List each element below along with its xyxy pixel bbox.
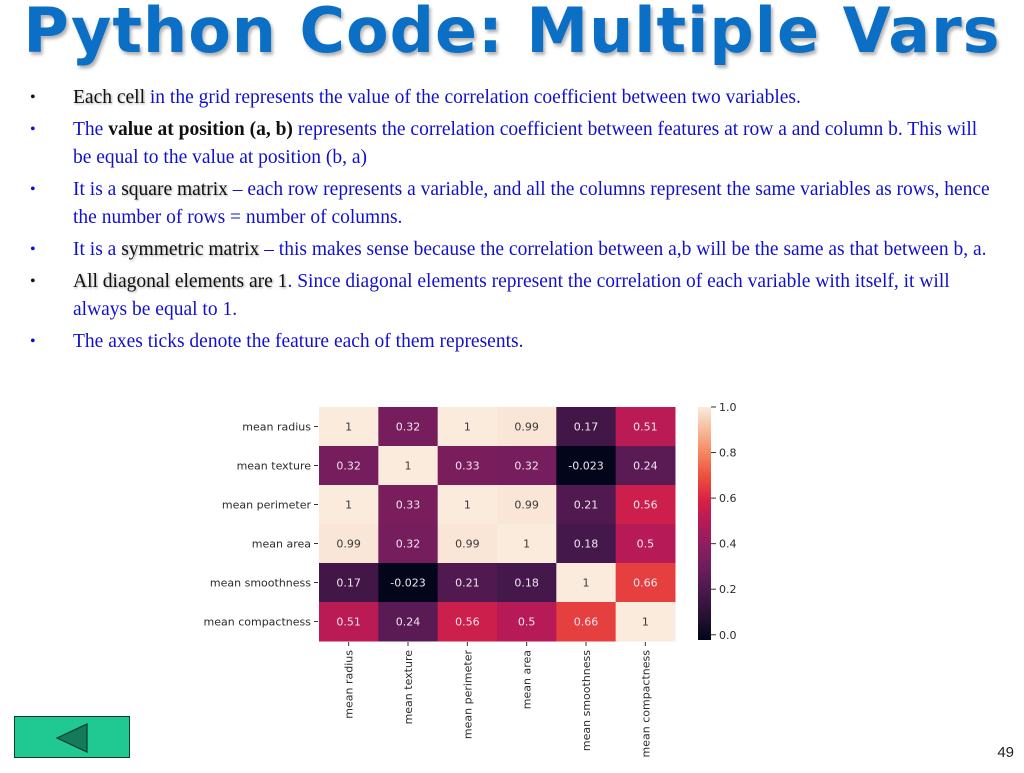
col-tick-labels: mean radius mean texture mean perimeter mea…	[343, 642, 652, 758]
heatmap-cell-value: 0.32	[396, 538, 421, 551]
heatmap-chart-area: 1 0.32 1 0.99 0.17 0.51 0.32 1 0.33 0.32 -0.023 0.2…	[0, 0, 1024, 768]
heatmap-cell-value: 1	[642, 616, 649, 629]
heatmap-cell-value: 0.24	[633, 460, 658, 473]
heatmap-cell-value: 1	[345, 499, 352, 512]
heatmap-cell-value: 0.32	[336, 460, 361, 473]
colorbar-tick-label: 0.0	[719, 629, 737, 642]
heatmap-cell-value: 1	[464, 421, 471, 434]
heatmap-cell-value: -0.023	[568, 460, 603, 473]
heatmap-cell-value: 0.33	[396, 499, 421, 512]
col-tick-label: mean radius	[343, 650, 356, 719]
heatmap-cell-value: 1	[345, 421, 352, 434]
heatmap-cell-value: -0.023	[390, 577, 425, 590]
colorbar-tick-label: 1.0	[719, 401, 737, 414]
row-tick-label: mean area	[252, 538, 311, 551]
heatmap-cell-value: 1	[523, 538, 530, 551]
triangle-left-icon	[55, 723, 88, 753]
col-tick-label: mean smoothness	[580, 650, 593, 751]
heatmap-cell-value: 1	[583, 577, 590, 590]
heatmap-cell-value: 0.51	[633, 421, 658, 434]
row-tick-label: mean perimeter	[222, 499, 312, 512]
heatmap-cell-value: 0.32	[514, 460, 539, 473]
heatmap-cell-value: 0.17	[574, 421, 599, 434]
heatmap-cell-value: 0.51	[336, 616, 361, 629]
row-tick-label: mean radius	[242, 421, 311, 434]
heatmap-cell-value: 0.5	[637, 538, 655, 551]
heatmap-cell-value: 0.66	[574, 616, 599, 629]
heatmap-cell-value: 0.21	[455, 577, 480, 590]
heatmap-cell-value: 0.66	[633, 577, 658, 590]
colorbar-tick-label: 0.8	[719, 447, 737, 460]
heatmap-cell-value: 0.33	[455, 460, 480, 473]
colorbar-tick-label: 0.6	[719, 492, 737, 505]
heatmap-cell-value: 0.18	[574, 538, 599, 551]
heatmap-cell-value: 1	[464, 499, 471, 512]
heatmap-cell-value: 0.17	[336, 577, 361, 590]
heatmap-cell-value: 0.24	[396, 616, 421, 629]
heatmap-cell-value: 0.32	[396, 421, 421, 434]
col-tick-label: mean area	[521, 650, 534, 709]
heatmap-cell-value: 1	[405, 460, 412, 473]
heatmap-cell-value: 0.99	[336, 538, 361, 551]
row-tick-label: mean texture	[237, 460, 312, 473]
heatmap-cell-value: 0.99	[514, 421, 539, 434]
previous-slide-button[interactable]	[14, 716, 130, 758]
colorbar-tick-label: 0.2	[719, 583, 737, 596]
colorbar-gradient	[698, 407, 711, 640]
heatmap-cells: 1 0.32 1 0.99 0.17 0.510.32 1 0.33 0.32 -0.023 0.2…	[319, 407, 676, 642]
col-tick-label: mean texture	[402, 650, 415, 725]
row-tick-label: mean compactness	[204, 616, 312, 629]
correlation-heatmap: 1 0.32 1 0.99 0.17 0.510.32 1 0.33 0.32 -0.023 0.2…	[204, 401, 737, 758]
col-tick-label: mean perimeter	[461, 650, 474, 740]
colorbar: 0.0 0.2 0.4 0.6 0.8 1.0	[698, 401, 737, 642]
heatmap-cell-value: 0.18	[514, 577, 539, 590]
colorbar-tick-label: 0.4	[719, 538, 737, 551]
heatmap-cell-value: 0.5	[518, 616, 536, 629]
heatmap-cell-value: 0.56	[633, 499, 658, 512]
heatmap-cell-value: 0.99	[514, 499, 539, 512]
row-tick-label: mean smoothness	[210, 577, 311, 590]
heatmap-cell-value: 0.21	[574, 499, 599, 512]
heatmap-cell-value: 0.99	[455, 538, 480, 551]
heatmap-cell-value: 0.56	[455, 616, 480, 629]
col-tick-label: mean compactness	[639, 650, 652, 758]
row-tick-labels: mean radius mean texture mean perimeter mea…	[204, 421, 318, 629]
page-number: 49	[997, 744, 1014, 761]
